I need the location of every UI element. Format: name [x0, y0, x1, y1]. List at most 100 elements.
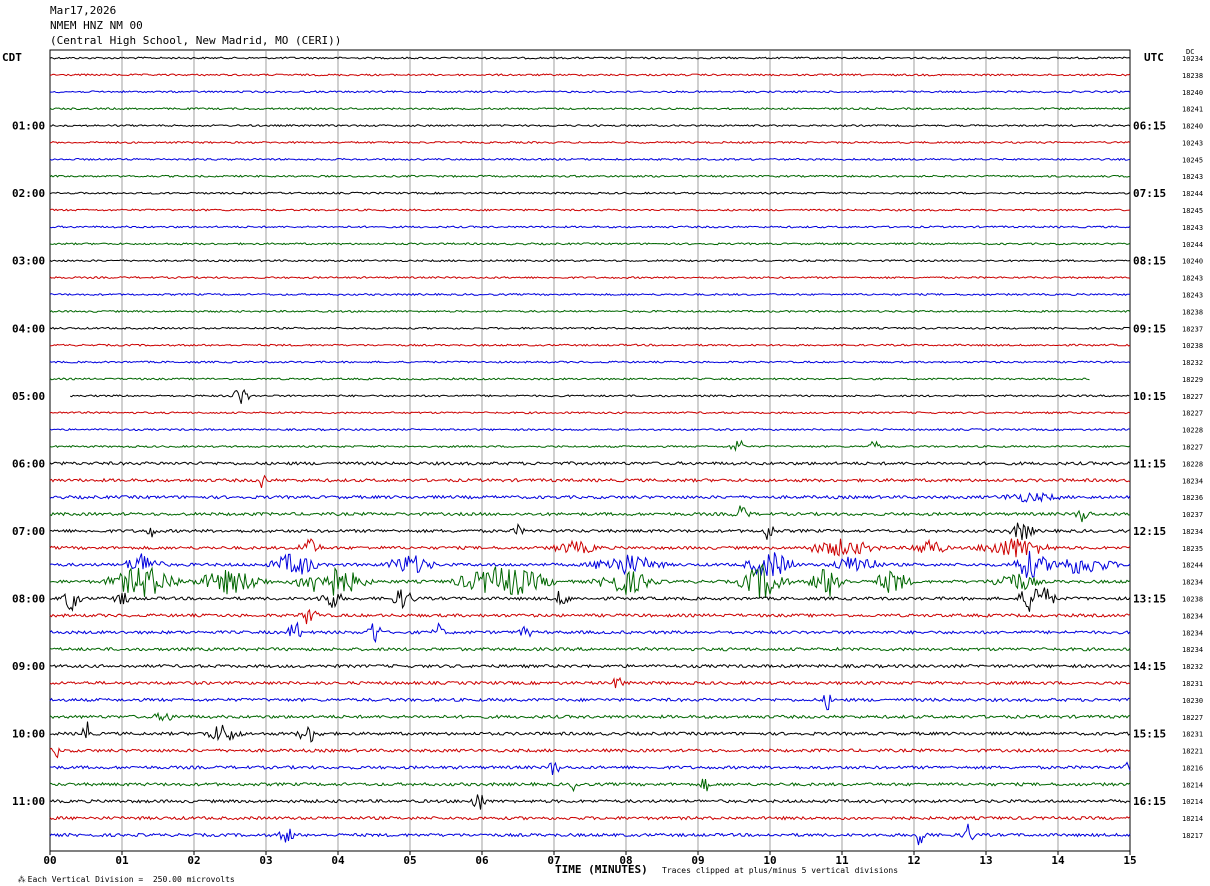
seismic-trace	[49, 522, 1131, 541]
cdt-hour-label: 07:00	[12, 525, 45, 538]
dc-value-label: 10240	[1182, 258, 1203, 266]
dc-value-label: 18234	[1182, 612, 1203, 620]
x-tick-label: 04	[331, 854, 345, 867]
dc-value-label: 18234	[1182, 646, 1203, 654]
seismic-trace	[70, 389, 1130, 404]
utc-hour-label: 07:15	[1133, 187, 1166, 200]
dc-value-label: 18234	[1182, 528, 1203, 536]
utc-hour-label: 15:15	[1133, 728, 1166, 741]
seismic-trace	[49, 411, 1131, 415]
dc-value-label: 10237	[1182, 511, 1203, 519]
dc-value-label: 18232	[1182, 359, 1203, 367]
seismic-trace	[49, 460, 1131, 466]
seismic-trace	[49, 208, 1131, 212]
seismic-trace	[49, 309, 1131, 313]
dc-value-label: 18229	[1182, 376, 1203, 384]
seismic-trace	[49, 242, 1131, 246]
cdt-hour-label: 03:00	[12, 255, 45, 268]
seismic-trace	[49, 721, 1131, 743]
dc-value-label: 18243	[1182, 275, 1203, 283]
dc-value-label: 18235	[1182, 545, 1203, 553]
seismic-trace	[49, 474, 1131, 488]
x-tick-label: 05	[403, 854, 416, 867]
x-tick-label: 06	[475, 854, 489, 867]
utc-hour-label: 11:15	[1133, 457, 1166, 470]
dc-value-label: 18217	[1182, 832, 1203, 840]
seismic-trace	[49, 761, 1131, 775]
dc-value-label: 10228	[1182, 427, 1203, 435]
seismic-trace	[49, 608, 1131, 625]
seismic-trace	[49, 747, 1131, 759]
seismic-trace	[49, 492, 1131, 503]
utc-hour-label: 09:15	[1133, 322, 1166, 335]
seismic-trace	[49, 439, 1131, 452]
dc-value-label: 18227	[1182, 444, 1203, 452]
utc-hour-label: 13:15	[1133, 593, 1166, 606]
dc-value-label: 18241	[1182, 106, 1203, 114]
seismic-trace	[49, 621, 1131, 644]
dc-value-label: 10238	[1182, 342, 1203, 350]
dc-value-label: 18227	[1182, 714, 1203, 722]
utc-hour-label: 14:15	[1133, 660, 1166, 673]
clip-footnote: Traces clipped at plus/minus 5 vertical …	[662, 866, 899, 875]
dc-value-label: 18231	[1182, 680, 1203, 688]
dc-value-label: 18228	[1182, 460, 1203, 468]
dc-value-label: 18216	[1182, 764, 1203, 772]
seismic-trace	[49, 587, 1131, 612]
dc-value-label: 10214	[1182, 798, 1203, 806]
utc-hour-label: 06:15	[1133, 120, 1166, 133]
seismic-trace	[49, 646, 1131, 652]
dc-value-label: 18237	[1182, 325, 1203, 333]
seismic-trace	[49, 326, 1131, 330]
seismogram-chart: 00 01 02 03 04 05 06 07 08 09 10 11 12 13 14 1510234182…	[12, 49, 1203, 867]
dc-value-label: 18238	[1182, 72, 1203, 80]
seismic-trace	[50, 90, 1131, 94]
seismic-trace	[49, 73, 1131, 77]
seismic-trace	[49, 505, 1131, 523]
x-tick-label: 15	[1123, 854, 1136, 867]
seismic-trace	[49, 107, 1131, 111]
dc-value-label: 10244	[1182, 241, 1203, 249]
dc-value-label: 10234	[1182, 55, 1203, 63]
dc-value-label: 18214	[1182, 781, 1203, 789]
dc-value-label: 18221	[1182, 748, 1203, 756]
scale-footnote: ⁂ Each Vertical Division = 250.00 microvo…	[17, 875, 235, 884]
cdt-hour-label: 10:00	[12, 728, 45, 741]
scale-footnote-text: Each Vertical Division = 250.00 microvol…	[27, 875, 235, 884]
seismic-trace	[49, 174, 1131, 178]
cdt-hour-label: 11:00	[12, 795, 45, 808]
x-tick-label: 03	[259, 854, 272, 867]
seismic-trace	[49, 124, 1131, 128]
dc-value-label: 10243	[1182, 139, 1203, 147]
cdt-hour-label: 06:00	[12, 457, 45, 470]
dc-value-label: 18236	[1182, 494, 1203, 502]
seismic-trace	[49, 823, 1131, 846]
dc-value-label: 18227	[1182, 410, 1203, 418]
utc-hour-label: 08:15	[1133, 255, 1166, 268]
dc-value-label: 10230	[1182, 697, 1203, 705]
utc-hour-label: 16:15	[1133, 795, 1166, 808]
seismic-trace	[49, 140, 1131, 145]
dc-value-label: 18244	[1182, 562, 1203, 570]
seismic-trace	[49, 225, 1131, 229]
seismic-trace	[49, 676, 1131, 689]
seismic-trace	[49, 360, 1131, 364]
dc-value-label: 10245	[1182, 156, 1203, 164]
cdt-hour-label: 01:00	[12, 120, 45, 133]
dc-value-label: 18234	[1182, 579, 1203, 587]
dc-value-label: 18243	[1182, 224, 1203, 232]
dc-value-label: 18227	[1182, 393, 1203, 401]
dc-value-label: 18232	[1182, 663, 1203, 671]
dc-value-label: 18231	[1182, 731, 1203, 739]
dc-value-label: 18244	[1182, 190, 1203, 198]
cdt-hour-label: 09:00	[12, 660, 45, 673]
cdt-hour-label: 05:00	[12, 390, 45, 403]
seismic-trace	[49, 538, 1131, 558]
dc-value-label: 18234	[1182, 477, 1203, 485]
x-tick-label: 12	[907, 854, 920, 867]
seismic-trace	[49, 794, 1131, 810]
x-axis-title: TIME (MINUTES)	[555, 863, 648, 876]
dc-value-label: 18243	[1182, 173, 1203, 181]
seismic-trace	[49, 663, 1131, 669]
dc-value-label: 18243	[1182, 291, 1203, 299]
